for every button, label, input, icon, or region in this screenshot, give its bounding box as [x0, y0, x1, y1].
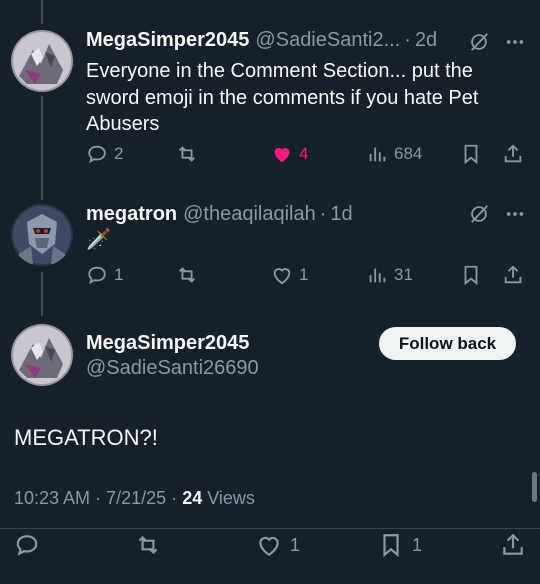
views-icon — [369, 268, 386, 283]
display-name[interactable]: MegaSimper2045 — [86, 29, 249, 52]
like-count: 4 — [299, 144, 309, 163]
heart-icon — [273, 268, 291, 285]
tweet-age[interactable]: 2d — [415, 29, 437, 52]
tweet-date[interactable]: 7/21/25 — [106, 488, 166, 508]
avatar[interactable] — [11, 30, 73, 92]
tweet-text: 🗡️ — [86, 229, 111, 251]
tweet-header: MegaSimper2045 @SadieSanti2... · 2d — [86, 29, 437, 52]
retweet-button[interactable] — [176, 143, 198, 165]
follow-back-button[interactable]: Follow back — [379, 327, 516, 360]
reply-icon — [88, 266, 106, 285]
action-bar: 2 4 684 — [86, 143, 526, 171]
like-button[interactable]: 4 — [271, 143, 308, 165]
reply-count: 2 — [114, 144, 124, 163]
like-count: 1 — [290, 534, 301, 555]
views-label: Views — [207, 488, 255, 508]
retweet-icon — [179, 146, 195, 162]
bookmark-button[interactable]: 1 — [378, 532, 422, 558]
tweet-top-icons — [468, 203, 526, 225]
reply-button[interactable]: 1 — [86, 264, 123, 286]
share-button[interactable] — [502, 143, 524, 165]
views-count: 24 — [182, 488, 203, 508]
reply-icon — [88, 145, 106, 164]
heart-icon — [274, 148, 290, 163]
bookmark-button[interactable] — [460, 264, 482, 286]
avatar[interactable] — [11, 324, 73, 386]
thread-line-top — [41, 0, 43, 24]
reply-button[interactable]: 2 — [86, 143, 123, 165]
scrollbar[interactable] — [532, 472, 537, 502]
divider — [0, 528, 540, 529]
tweet-age[interactable]: 1d — [330, 203, 352, 226]
user-handle[interactable]: @SadieSanti2... — [255, 29, 400, 52]
like-count: 1 — [299, 265, 309, 284]
thread-line-1 — [41, 96, 43, 200]
share-button[interactable] — [500, 532, 526, 558]
retweet-icon — [179, 267, 195, 283]
bookmark-icon — [464, 265, 478, 286]
reply-icon — [16, 535, 38, 556]
bookmark-count: 1 — [412, 534, 423, 555]
tweet-header: megatron @theaqilaqilah · 1d — [86, 203, 353, 226]
separator-dot: · — [404, 29, 411, 51]
tweet-text: MEGATRON?! — [14, 425, 158, 450]
action-bar: 1 1 31 — [86, 264, 526, 292]
tweet-meta: 10:23 AM · 7/21/25 · 24 Views — [14, 488, 255, 509]
separator-dot: · — [319, 203, 327, 225]
views-button[interactable]: 684 — [366, 143, 422, 165]
display-name[interactable]: MegaSimper2045 — [86, 332, 249, 355]
share-icon — [503, 533, 523, 555]
views-icon — [369, 147, 386, 162]
separator-dot: · — [171, 488, 178, 508]
tweet-time[interactable]: 10:23 AM — [14, 488, 90, 508]
reply-count: 1 — [114, 265, 124, 284]
share-icon — [504, 144, 522, 163]
more-icon[interactable] — [504, 31, 526, 53]
bookmark-button[interactable] — [460, 143, 482, 165]
views-count: 684 — [394, 144, 423, 163]
display-name[interactable]: megatron — [86, 203, 177, 226]
bookmark-icon — [464, 144, 478, 165]
grok-icon[interactable] — [468, 31, 490, 53]
bookmark-icon — [383, 534, 399, 558]
avatar[interactable] — [11, 204, 73, 266]
share-button[interactable] — [502, 264, 524, 286]
grok-icon[interactable] — [468, 203, 490, 225]
views-button[interactable]: 31 — [366, 264, 413, 286]
retweet-icon — [138, 535, 158, 555]
tweet-top-icons — [468, 31, 526, 53]
tweet-text: Everyone in the Comment Section... put t… — [86, 60, 479, 135]
like-button[interactable]: 1 — [256, 532, 300, 558]
like-button[interactable]: 1 — [271, 264, 308, 286]
heart-icon — [259, 536, 279, 557]
separator-dot: · — [95, 488, 102, 508]
retweet-button[interactable] — [135, 532, 161, 558]
thread-line-2 — [41, 272, 43, 316]
user-handle[interactable]: @theaqilaqilah — [183, 203, 316, 226]
reply-button[interactable] — [14, 532, 40, 558]
views-count: 31 — [394, 265, 413, 284]
more-icon[interactable] — [504, 203, 526, 225]
share-icon — [504, 265, 522, 284]
retweet-button[interactable] — [176, 264, 198, 286]
user-handle[interactable]: @SadieSanti26690 — [86, 357, 259, 380]
